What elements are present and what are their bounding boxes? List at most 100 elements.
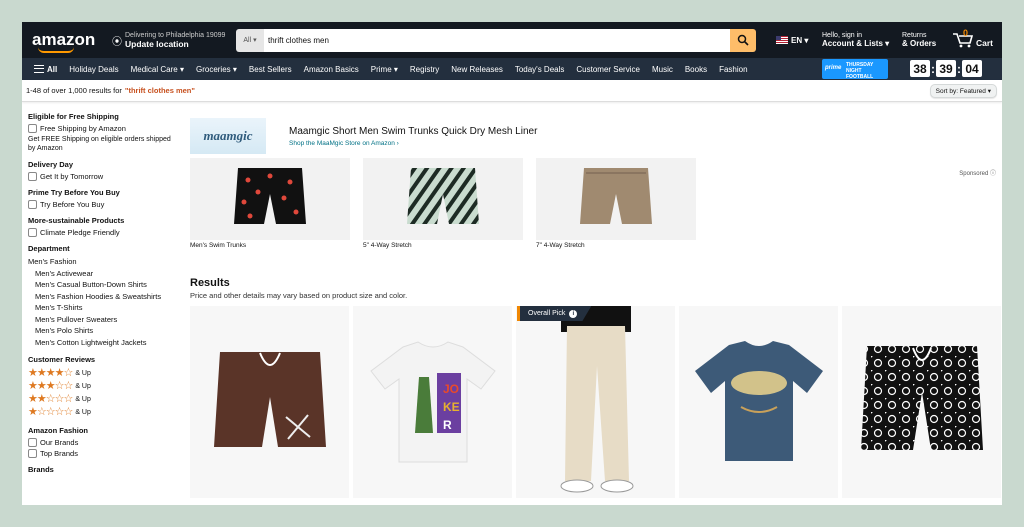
hamburger-icon (34, 65, 44, 73)
nav-groceries[interactable]: Groceries ▾ (196, 65, 237, 74)
amazon-smile-icon (38, 47, 74, 53)
dept-item[interactable]: Men's Cotton Lightweight Jackets (28, 337, 178, 349)
our-brands-label: Our Brands (40, 438, 79, 447)
svg-text:R: R (443, 418, 452, 432)
cart-button[interactable]: 0 Cart (952, 28, 994, 48)
sponsored-product-card[interactable]: Men's Swim Trunks (190, 158, 350, 249)
product-card[interactable]: Overall Pick i (516, 306, 675, 498)
deliver-to[interactable]: ⦿ Delivering to Philadelphia 19099 Updat… (112, 32, 236, 49)
star-rating-icon: ★☆☆☆☆ (28, 406, 73, 418)
our-brands-checkbox[interactable]: Our Brands (28, 438, 178, 447)
results-title: Results (190, 277, 230, 289)
search-category-dropdown[interactable]: All ▾ (236, 28, 264, 52)
rating-3-up[interactable]: ★★★☆☆ & Up (28, 380, 178, 393)
nav-customer-service[interactable]: Customer Service (576, 65, 640, 74)
overall-pick-badge[interactable]: Overall Pick i (517, 306, 592, 321)
promo-prime-label: prime (825, 65, 842, 71)
brown-shorts-image (213, 352, 326, 447)
dept-item[interactable]: Men's Pullover Sweaters (28, 314, 178, 326)
nav-todays-deals[interactable]: Today's Deals (515, 65, 565, 74)
amazon-logo[interactable]: amazon (32, 30, 98, 53)
brands-heading: Brands (28, 465, 54, 474)
us-flag-icon (776, 36, 788, 44)
sponsored-store-link[interactable]: Shop the MaaMgic Store on Amazon › (289, 140, 537, 147)
search-input[interactable] (264, 28, 730, 52)
get-it-tomorrow-checkbox[interactable]: Get It by Tomorrow (28, 172, 178, 181)
dept-item[interactable]: Men's Casual Button-Down Shirts (28, 279, 178, 291)
top-brands-checkbox[interactable]: Top Brands (28, 449, 178, 458)
nav-amazon-basics[interactable]: Amazon Basics (304, 65, 359, 74)
results-count: 1-48 of over 1,000 results for (26, 86, 122, 95)
free-shipping-checkbox[interactable]: Free Shipping by Amazon (28, 124, 178, 133)
sponsored-caption: 7" 4-Way Stretch (536, 242, 585, 249)
nav-new-releases[interactable]: New Releases (451, 65, 503, 74)
results-query: "thrift clothes men" (124, 86, 195, 95)
countdown-timer: 38 : 39 : 04 (910, 60, 982, 77)
top-brands-label: Top Brands (40, 449, 78, 458)
nav-books[interactable]: Books (685, 65, 707, 74)
cart-count: 0 (963, 28, 969, 38)
deliver-line2: Update location (125, 38, 189, 49)
dept-item[interactable]: Men's Fashion Hoodies & Sweatshirts (28, 291, 178, 303)
nav-best-sellers[interactable]: Best Sellers (249, 65, 292, 74)
khaki-shorts-image[interactable] (536, 158, 696, 240)
product-card[interactable] (190, 306, 349, 498)
search-icon (737, 34, 749, 46)
nav-medical-care[interactable]: Medical Care ▾ (131, 65, 184, 74)
nav-bar: All Holiday Deals Medical Care ▾ Groceri… (22, 58, 1002, 80)
returns-line2: & Orders (902, 39, 937, 48)
nav-fashion[interactable]: Fashion (719, 65, 747, 74)
info-icon: i (569, 309, 578, 318)
rating-2-up[interactable]: ★★☆☆☆ & Up (28, 393, 178, 406)
search-category-label: All (243, 36, 252, 44)
sponsored-title[interactable]: Maamgic Short Men Swim Trunks Quick Dry … (289, 126, 537, 137)
sponsored-tag[interactable]: Sponsored ⓘ (959, 168, 996, 177)
dept-mens-fashion[interactable]: Men's Fashion (28, 256, 178, 268)
search-button[interactable] (730, 28, 756, 52)
free-shipping-note: Get FREE Shipping on eligible orders shi… (28, 136, 171, 152)
all-menu-button[interactable]: All (34, 65, 57, 74)
product-card[interactable] (842, 306, 1001, 498)
returns-orders[interactable]: Returns & Orders (902, 32, 948, 48)
account-lists[interactable]: Hello, sign in Account & Lists ▾ (822, 32, 898, 48)
dept-item[interactable]: Men's T-Shirts (28, 302, 178, 314)
rating-4-up[interactable]: ★★★★☆ & Up (28, 367, 178, 380)
nav-prime[interactable]: Prime ▾ (371, 65, 398, 74)
language-selector[interactable]: EN ▾ (776, 36, 816, 45)
sort-dropdown[interactable]: Sort by: Featured ▾ (929, 84, 997, 98)
dept-item[interactable]: Men's Activewear (28, 268, 178, 280)
maamgic-brand-logo[interactable]: maamgic (190, 118, 266, 154)
swim-trunks-image[interactable] (190, 158, 350, 240)
search-bar: All ▾ (236, 28, 756, 52)
product-card[interactable] (679, 306, 838, 498)
sponsored-caption: 5" 4-Way Stretch (363, 242, 412, 249)
zebra-shorts-image[interactable] (363, 158, 523, 240)
rating-1-up[interactable]: ★☆☆☆☆ & Up (28, 406, 178, 419)
sponsored-product-card[interactable]: 7" 4-Way Stretch (536, 158, 696, 249)
top-header: amazon ⦿ Delivering to Philadelphia 1909… (22, 22, 1002, 58)
nav-holiday-deals[interactable]: Holiday Deals (69, 65, 118, 74)
paisley-shorts-image (860, 346, 983, 450)
svg-text:KE: KE (443, 400, 460, 414)
results-header: Results Price and other details may vary… (190, 277, 407, 300)
nav-registry[interactable]: Registry (410, 65, 439, 74)
sort-value: Featured (959, 87, 986, 95)
all-menu-label: All (47, 64, 58, 74)
svg-text:JO: JO (443, 382, 459, 396)
filter-sidebar: Eligible for Free Shipping Free Shipping… (28, 112, 178, 481)
sort-label: Sort by: (935, 87, 959, 95)
thursday-night-football-promo[interactable]: prime THURSDAY NIGHT FOOTBALL (822, 59, 888, 80)
get-it-tomorrow-label: Get It by Tomorrow (40, 172, 104, 181)
sponsored-brand-banner: maamgic Maamgic Short Men Swim Trunks Qu… (190, 118, 996, 249)
try-before-buy-checkbox[interactable]: Try Before You Buy (28, 200, 178, 209)
sponsored-product-card[interactable]: 5" 4-Way Stretch (363, 158, 523, 249)
customer-reviews-heading: Customer Reviews (28, 355, 96, 364)
climate-pledge-checkbox[interactable]: Climate Pledge Friendly (28, 228, 178, 237)
cart-label: Cart (976, 38, 994, 48)
prime-try-heading: Prime Try Before You Buy (28, 188, 120, 197)
amazon-fashion-heading: Amazon Fashion (28, 426, 89, 435)
nav-music[interactable]: Music (652, 65, 673, 74)
dept-item[interactable]: Men's Polo Shirts (28, 325, 178, 337)
product-card[interactable]: JO KE R (353, 306, 512, 498)
free-shipping-option: Free Shipping by Amazon (40, 124, 126, 133)
